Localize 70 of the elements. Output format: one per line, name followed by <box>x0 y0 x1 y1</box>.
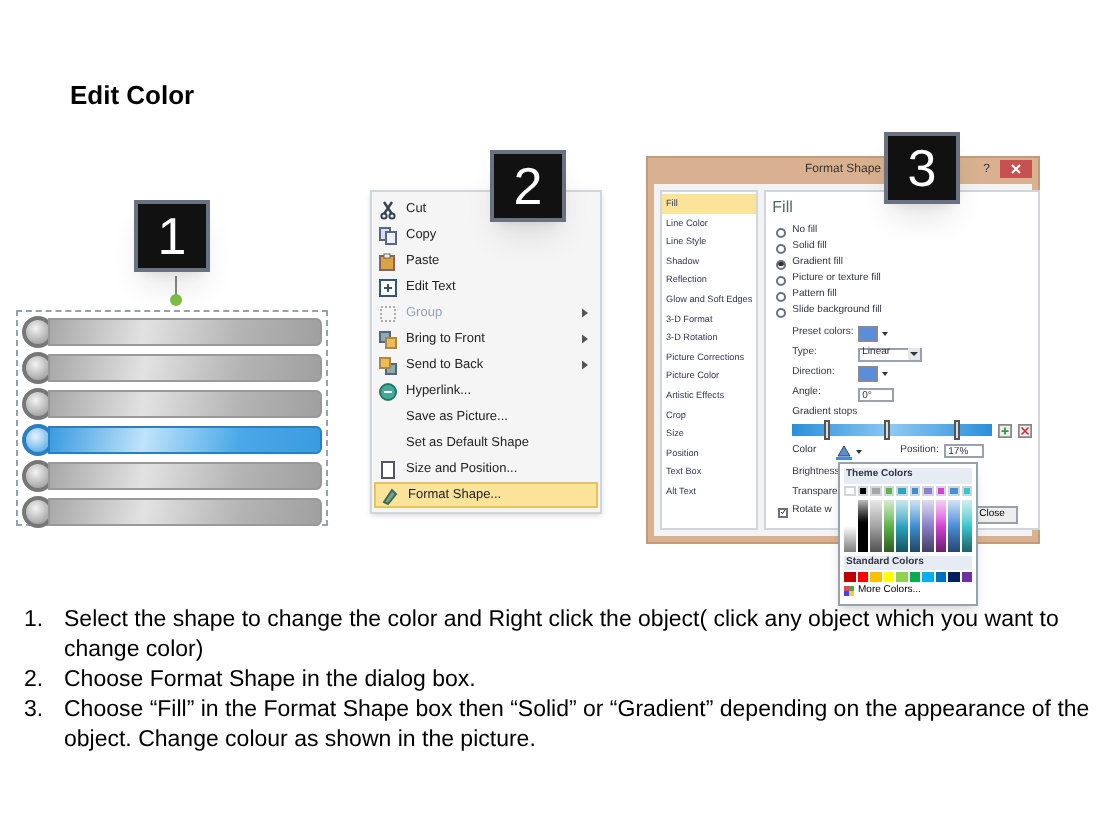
radio-button[interactable] <box>776 227 787 237</box>
color-dropdown-button[interactable] <box>836 443 865 459</box>
check-icon <box>780 508 787 516</box>
color-swatch[interactable] <box>948 572 959 582</box>
color-swatch[interactable] <box>922 485 933 495</box>
color-shades[interactable] <box>896 499 907 551</box>
submenu-arrow-icon <box>582 308 588 318</box>
remove-stop-icon[interactable] <box>1018 423 1033 437</box>
copy-icon <box>378 225 398 245</box>
color-swatch[interactable] <box>896 485 907 495</box>
checkbox[interactable] <box>778 507 789 517</box>
slide-title: Edit Color <box>70 78 195 114</box>
bar-shape[interactable] <box>48 426 322 454</box>
color-swatch[interactable] <box>935 485 946 495</box>
palette-icon <box>844 586 854 597</box>
color-shades[interactable] <box>870 499 881 551</box>
color-shades[interactable] <box>961 499 972 551</box>
color-swatch[interactable] <box>961 572 972 582</box>
color-swatch[interactable] <box>948 485 959 495</box>
clipboard-icon <box>378 251 398 271</box>
slider-thumb[interactable] <box>953 420 960 440</box>
submenu-arrow-icon <box>582 334 588 344</box>
color-swatch[interactable] <box>922 572 933 582</box>
step-text: Choose “Fill” in the Format Shape box then “Solid” or “Gradient” depending on the appearance of the object. Change colour as shown in the picture. <box>64 696 1092 756</box>
color-swatch[interactable] <box>857 572 868 582</box>
color-shades[interactable] <box>922 499 933 551</box>
step-number: 2. <box>24 666 46 696</box>
color-swatch[interactable] <box>883 572 894 582</box>
slider-thumb[interactable] <box>823 420 830 440</box>
color-swatch[interactable] <box>935 572 946 582</box>
color-shades[interactable] <box>909 499 920 551</box>
color-swatch[interactable] <box>961 485 972 495</box>
radio-button[interactable] <box>776 307 787 317</box>
step-number: 3. <box>24 696 46 726</box>
color-swatch[interactable] <box>844 572 855 582</box>
text-box-icon <box>378 277 398 297</box>
color-swatch[interactable] <box>883 485 894 495</box>
step-badge: 3 <box>884 132 960 204</box>
color-swatch[interactable] <box>896 572 907 582</box>
color-swatch[interactable] <box>857 485 868 495</box>
step-badge: 2 <box>490 150 566 222</box>
close-icon[interactable] <box>1000 160 1032 178</box>
step-number: 1. <box>24 606 46 636</box>
gradient-track[interactable] <box>792 424 993 436</box>
caret-icon <box>908 348 921 360</box>
step-badge: 1 <box>134 200 210 272</box>
color-swatch[interactable] <box>909 572 920 582</box>
submenu-arrow-icon <box>582 360 588 370</box>
color-swatch[interactable] <box>870 485 881 495</box>
radio-button[interactable] <box>776 275 787 285</box>
slider-thumb[interactable] <box>883 420 890 440</box>
rotation-handle-icon[interactable] <box>168 276 184 308</box>
color-swatch[interactable] <box>870 572 881 582</box>
color-swatch[interactable] <box>909 485 920 495</box>
radio-button[interactable] <box>776 259 787 269</box>
step-text: Select the shape to change the color and Right click the object( click any object which you want to change color) <box>64 606 1061 666</box>
add-stop-icon[interactable] <box>998 423 1013 437</box>
color-shades[interactable] <box>948 499 959 551</box>
page-icon <box>378 459 398 479</box>
radio-button[interactable] <box>776 243 787 253</box>
scissors-icon <box>378 199 398 219</box>
color-shades[interactable] <box>883 499 894 551</box>
color-shades[interactable] <box>857 499 868 551</box>
color-swatch[interactable] <box>844 485 855 495</box>
section-heading: Fill <box>772 196 795 220</box>
step-text: Choose Format Shape in the dialog box. <box>64 666 478 696</box>
color-shades[interactable] <box>935 499 946 551</box>
dashed-square-icon <box>378 303 398 323</box>
radio-button[interactable] <box>776 291 787 301</box>
paint-icon <box>380 485 400 505</box>
